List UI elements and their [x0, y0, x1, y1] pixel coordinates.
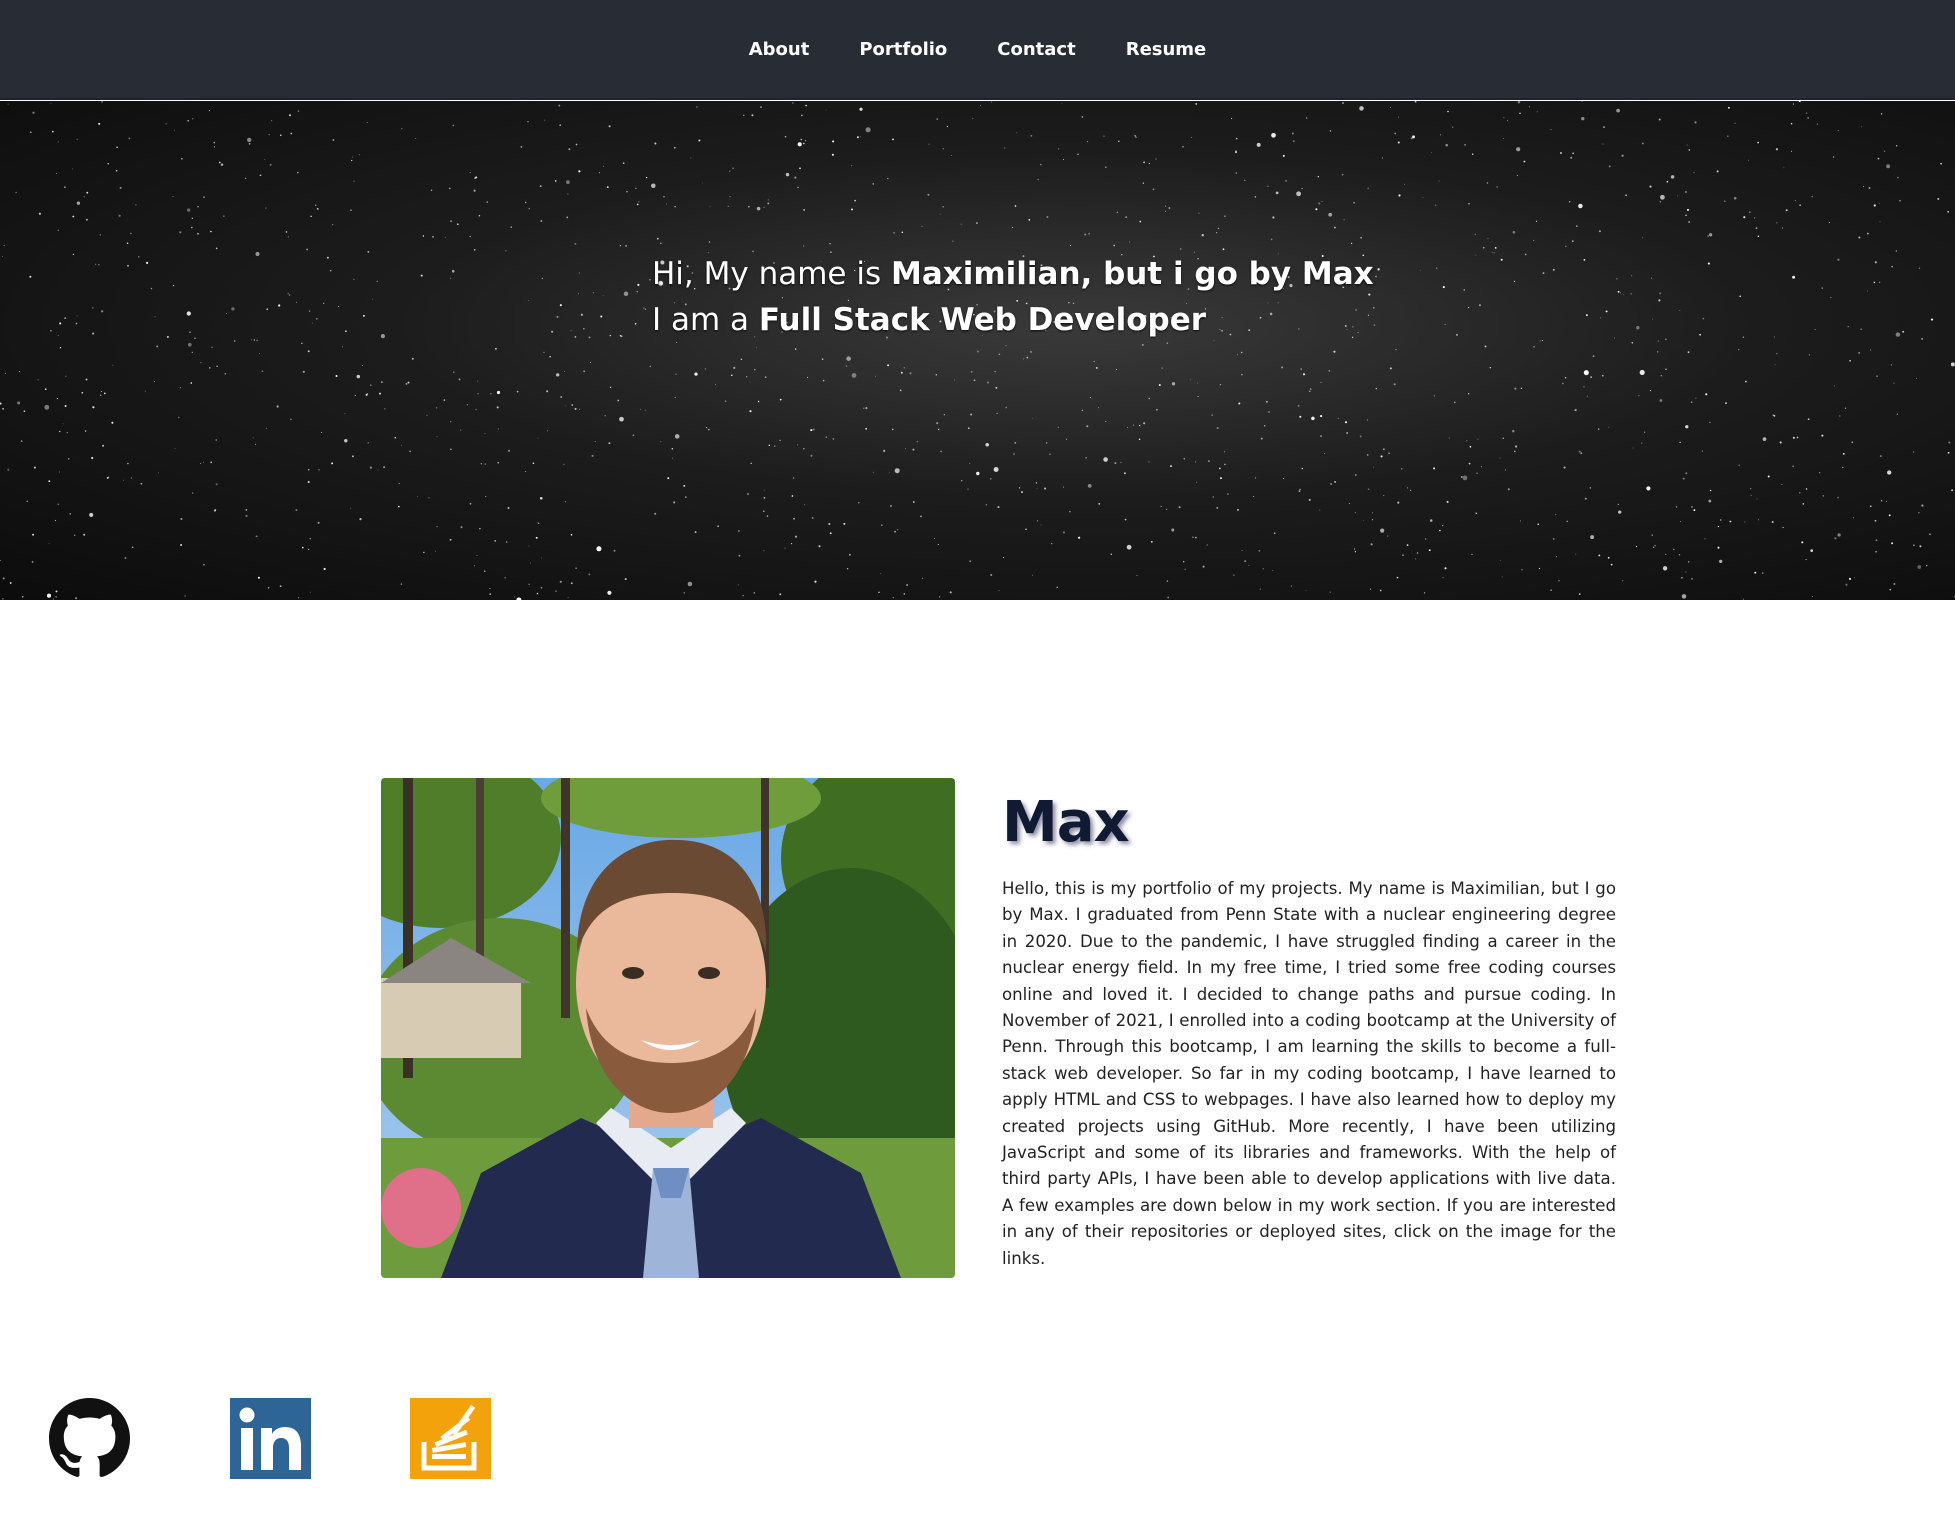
nav-portfolio-link[interactable]: Portfolio [859, 39, 947, 60]
nav-resume-link[interactable]: Resume [1126, 39, 1207, 60]
github-icon [49, 1398, 130, 1478]
hero-line-1-prefix: Hi, My name is [652, 256, 891, 292]
hero-line-1: Hi, My name is Maximilian, but i go by M… [652, 251, 1374, 297]
about-heading: Max [1002, 790, 1130, 855]
hero-name: Maximilian, but i go by Max [890, 256, 1374, 292]
hero-line-2-prefix: I am a [652, 302, 759, 338]
top-nav: About Portfolio Contact Resume [0, 0, 1955, 100]
hero-role: Full Stack Web Developer [758, 302, 1207, 338]
linkedin-link[interactable] [230, 1398, 311, 1479]
nav-about-link[interactable]: About [749, 39, 810, 60]
starfield-background [0, 101, 1955, 600]
hero-line-2: I am a Full Stack Web Developer [652, 297, 1374, 343]
stackoverflow-link[interactable] [410, 1398, 491, 1479]
linkedin-icon [230, 1398, 311, 1479]
hero-banner: Hi, My name is Maximilian, but i go by M… [0, 101, 1955, 600]
nav-contact-link[interactable]: Contact [997, 39, 1075, 60]
stackoverflow-icon [410, 1398, 491, 1479]
about-bio: Hello, this is my portfolio of my projec… [1002, 879, 1616, 1268]
github-link[interactable] [49, 1398, 130, 1479]
profile-photo [381, 778, 955, 1278]
hero-intro: Hi, My name is Maximilian, but i go by M… [652, 251, 1374, 343]
